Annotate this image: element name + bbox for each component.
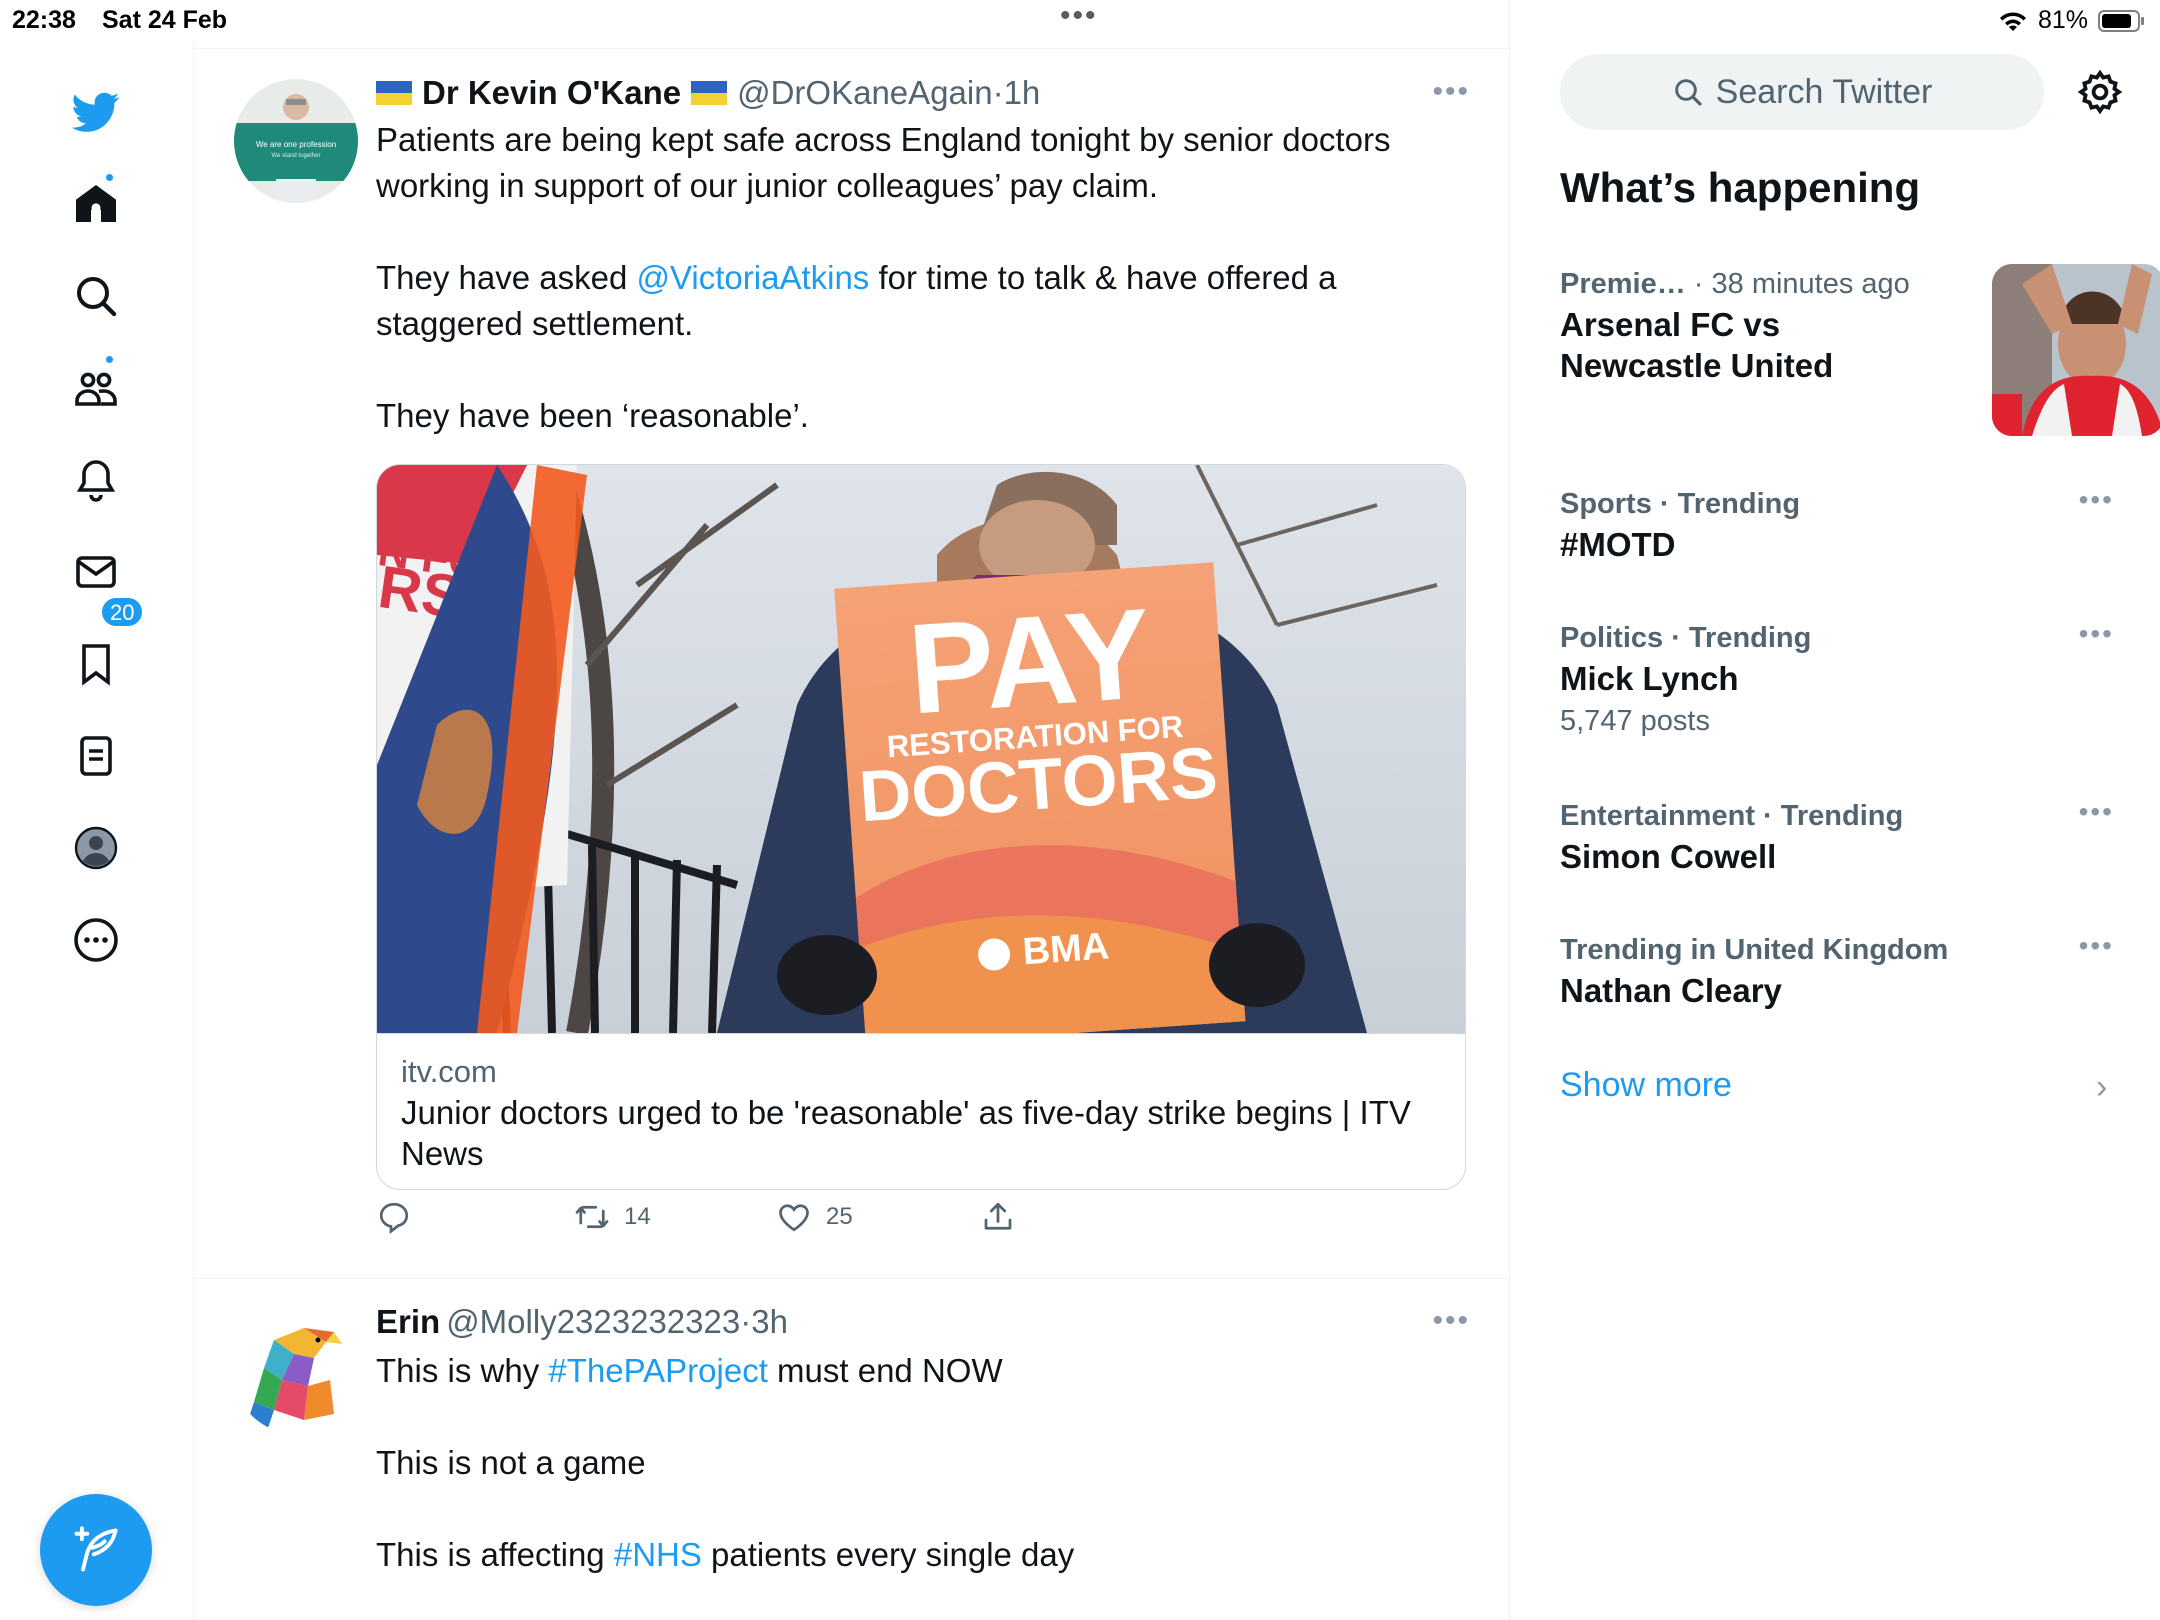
- tweet-author-name[interactable]: Dr Kevin O'Kane: [422, 73, 681, 113]
- tweet-author-name[interactable]: Erin: [376, 1302, 440, 1342]
- search-icon[interactable]: [70, 270, 122, 322]
- reply-button[interactable]: [376, 1199, 412, 1235]
- whats-happening-heading: What’s happening: [1560, 164, 1921, 211]
- tweet-author-handle[interactable]: @DrOKaneAgain: [737, 74, 992, 111]
- trend-more-options-button[interactable]: •••: [2079, 484, 2114, 516]
- tweet-text: must end NOW: [767, 1352, 1003, 1389]
- tweet-text: They have asked: [376, 259, 637, 296]
- hashtag-link[interactable]: #ThePAProject: [548, 1352, 768, 1389]
- right-sidebar: Search Twitter What’s happening Premie… …: [1510, 40, 2160, 1620]
- tweet-text: patients every single day: [701, 1536, 1075, 1573]
- mention-link[interactable]: @VictoriaAtkins: [637, 259, 870, 296]
- bookmark-icon[interactable]: [70, 638, 122, 690]
- tweet-time[interactable]: 3h: [751, 1303, 788, 1340]
- chevron-right-icon: ›: [2096, 1068, 2108, 1106]
- tweet-time[interactable]: 1h: [1004, 74, 1041, 111]
- more-circle-icon[interactable]: [70, 914, 122, 966]
- trend-thumbnail-image: [1992, 264, 2160, 436]
- link-title: Junior doctors urged to be 'reasonable' …: [401, 1094, 1411, 1172]
- tweet-separator: ·: [740, 1303, 752, 1340]
- trend-meta: · 38 minutes ago: [1685, 268, 1910, 300]
- trend-category: Premie…: [1560, 268, 1686, 300]
- tweet-text-paragraph: This is not a game: [376, 1444, 646, 1481]
- trend-item[interactable]: Sports · Trending #MOTD •••: [1560, 484, 2120, 565]
- heart-icon: [779, 1204, 809, 1232]
- retweet-button[interactable]: 14: [574, 1199, 651, 1235]
- show-more-link[interactable]: Show more: [1560, 1066, 1732, 1105]
- link-preview-card[interactable]: N FOR RS PAY RESTORATION FOR DOCTORS BMA…: [376, 464, 1466, 1190]
- share-icon: [984, 1202, 1012, 1230]
- trend-title: Mick Lynch: [1560, 660, 1739, 697]
- home-unread-dot: [104, 172, 115, 183]
- tweet-more-options-button[interactable]: •••: [1432, 75, 1470, 109]
- tweet-text: This is why: [376, 1352, 549, 1389]
- profile-icon[interactable]: [70, 822, 122, 874]
- trend-category: Trending in United Kingdom: [1560, 934, 1949, 966]
- avatar-subcaption: We stand together: [272, 153, 321, 159]
- notifications-badge: 20: [100, 596, 145, 628]
- trend-post-count: 5,747 posts: [1560, 705, 1710, 737]
- tweet-author-handle[interactable]: @Molly2323232323: [446, 1303, 740, 1340]
- search-icon: [1674, 79, 1702, 106]
- reply-icon: [379, 1202, 409, 1234]
- gear-icon[interactable]: [2076, 68, 2124, 116]
- trend-item[interactable]: Premie… · 38 minutes ago Arsenal FC vs N…: [1560, 264, 2160, 436]
- status-time: 22:38: [12, 6, 76, 34]
- trend-category: Sports · Trending: [1560, 488, 1801, 520]
- tweet-text-paragraph: They have been ‘reasonable’.: [376, 397, 809, 434]
- left-navigation: 20: [0, 40, 194, 1620]
- communities-icon[interactable]: [70, 362, 122, 414]
- tweet[interactable]: We are one profession We stand together …: [194, 49, 1510, 1279]
- trend-item[interactable]: Politics · Trending Mick Lynch 5,747 pos…: [1560, 618, 2120, 743]
- link-domain: itv.com: [401, 1054, 497, 1089]
- retweet-count: 14: [624, 1203, 651, 1230]
- tweet[interactable]: Erin @Molly2323232323·3h This is why #Th…: [194, 1280, 1510, 1620]
- search-placeholder: Search Twitter: [1715, 72, 1933, 111]
- ukraine-flag-icon: [376, 81, 412, 105]
- hashtag-link[interactable]: #NHS: [614, 1536, 702, 1573]
- trend-more-options-button[interactable]: •••: [2079, 930, 2114, 962]
- search-input[interactable]: Search Twitter: [1560, 54, 2044, 130]
- trend-more-options-button[interactable]: •••: [2079, 796, 2114, 828]
- link-preview-image: N FOR RS PAY RESTORATION FOR DOCTORS BMA: [377, 465, 1465, 1033]
- trend-category: Politics · Trending: [1560, 622, 1812, 654]
- compose-tweet-button[interactable]: [40, 1494, 152, 1606]
- trend-category: Entertainment · Trending: [1560, 800, 1904, 832]
- tweet-more-options-button[interactable]: •••: [1432, 1304, 1470, 1338]
- timeline: We are one profession We stand together …: [194, 0, 1510, 1620]
- avatar-caption: We are one profession: [256, 140, 336, 149]
- trend-title: Simon Cowell: [1560, 838, 1777, 875]
- placard-logo-text: BMA: [1021, 925, 1110, 973]
- like-count: 25: [826, 1203, 853, 1230]
- communities-unread-dot: [104, 354, 115, 365]
- home-icon[interactable]: [70, 178, 122, 230]
- tweet-text: This is affecting: [376, 1536, 614, 1573]
- tweet-actions: 14 25: [376, 1199, 1276, 1249]
- tweet-text-paragraph: Patients are being kept safe across Engl…: [376, 121, 1391, 204]
- mail-icon[interactable]: [70, 546, 122, 598]
- battery-icon: [2098, 9, 2144, 32]
- ukraine-flag-icon: [691, 81, 728, 105]
- trend-item[interactable]: Entertainment · Trending Simon Cowell ••…: [1560, 796, 2120, 877]
- list-icon[interactable]: [70, 730, 122, 782]
- avatar[interactable]: [234, 1310, 358, 1434]
- tweet-separator: ·: [992, 74, 1004, 111]
- retweet-icon: [575, 1205, 609, 1229]
- battery-percent: 81%: [2037, 6, 2088, 34]
- like-button[interactable]: 25: [776, 1199, 853, 1235]
- trend-more-options-button[interactable]: •••: [2079, 618, 2114, 650]
- trend-item[interactable]: Trending in United Kingdom Nathan Cleary…: [1560, 930, 2120, 1011]
- trend-title: Nathan Cleary: [1560, 972, 1782, 1009]
- wifi-icon: [1999, 11, 2026, 31]
- bell-icon[interactable]: [70, 454, 122, 506]
- twitter-logo-bird-icon[interactable]: [70, 86, 122, 138]
- avatar[interactable]: We are one profession We stand together: [234, 79, 358, 203]
- feather-plus-icon: [74, 1526, 118, 1572]
- share-button[interactable]: [980, 1199, 1016, 1235]
- trend-title: #MOTD: [1560, 526, 1676, 563]
